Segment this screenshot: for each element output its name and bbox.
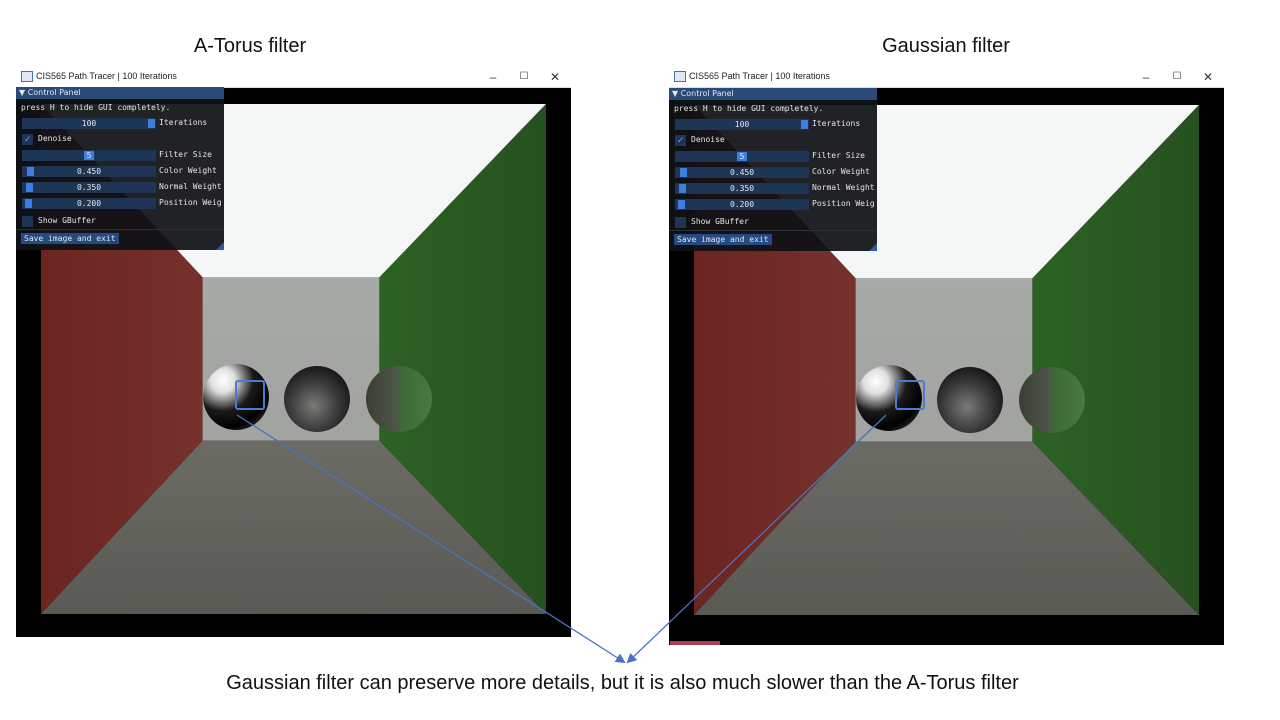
filter-size-value: 5	[86, 151, 92, 160]
color-weight-value: 0.450	[729, 168, 755, 177]
app-icon	[21, 71, 33, 82]
show-gbuffer-label: Show GBuffer	[691, 217, 749, 226]
minimize-icon[interactable]: –	[478, 68, 508, 86]
filter-size-label: Filter Size	[812, 151, 865, 160]
save-image-button[interactable]: Save image and exit	[21, 233, 119, 244]
iterations-label: Iterations	[812, 119, 861, 128]
panel-header[interactable]: ▼ Control Panel	[669, 88, 877, 100]
show-gbuffer-checkbox[interactable]	[675, 217, 686, 228]
panel-header[interactable]: ▼ Control Panel	[16, 87, 224, 99]
color-weight-value: 0.450	[76, 167, 102, 176]
slider-grab[interactable]	[801, 120, 808, 129]
save-image-button[interactable]: Save image and exit	[674, 234, 772, 245]
show-gbuffer-label: Show GBuffer	[38, 216, 96, 225]
position-weight-value: 0.200	[729, 200, 755, 209]
denoise-label: Denoise	[38, 134, 72, 143]
heading-gaussian: Gaussian filter	[882, 35, 1010, 57]
window-title: CIS565 Path Tracer | 100 Iterations	[689, 71, 830, 81]
iterations-value: 100	[734, 120, 750, 129]
normal-weight-slider[interactable]: 0.350	[675, 183, 809, 194]
atorus-window: CIS565 Path Tracer | 100 Iterations – ☐ …	[16, 67, 571, 637]
panel-hint: press H to hide GUI completely.	[674, 104, 824, 113]
resize-grip[interactable]	[216, 242, 224, 250]
title-bar[interactable]: CIS565 Path Tracer | 100 Iterations – ☐ …	[669, 67, 1224, 88]
gaussian-window: CIS565 Path Tracer | 100 Iterations – ☐ …	[669, 67, 1224, 645]
title-bar[interactable]: CIS565 Path Tracer | 100 Iterations – ☐ …	[16, 67, 571, 88]
position-weight-label: Position Weig	[159, 198, 222, 207]
taskbar-strip	[670, 641, 720, 645]
show-gbuffer-checkbox[interactable]	[22, 216, 33, 227]
iterations-label: Iterations	[159, 118, 208, 127]
filter-size-slider[interactable]: 5	[22, 150, 156, 161]
control-panel: ▼ Control Panel press H to hide GUI comp…	[669, 88, 877, 251]
close-icon[interactable]: ✕	[540, 68, 570, 86]
app-icon	[674, 71, 686, 82]
detail-highlight-box	[895, 380, 925, 410]
position-weight-slider[interactable]: 0.200	[675, 199, 809, 210]
normal-weight-label: Normal Weight	[812, 183, 875, 192]
color-weight-slider[interactable]: 0.450	[22, 166, 156, 177]
sphere-dark	[284, 366, 350, 432]
heading-atorus: A-Torus filter	[193, 35, 307, 57]
filter-size-label: Filter Size	[159, 150, 212, 159]
normal-weight-slider[interactable]: 0.350	[22, 182, 156, 193]
maximize-icon[interactable]: ☐	[1162, 68, 1192, 86]
detail-highlight-box	[235, 380, 265, 410]
sphere-glass	[366, 366, 432, 432]
sphere-glass	[1019, 367, 1085, 433]
panel-hint: press H to hide GUI completely.	[21, 103, 171, 112]
position-weight-label: Position Weig	[812, 199, 875, 208]
color-weight-label: Color Weight	[159, 166, 217, 175]
filter-size-value: 5	[739, 152, 745, 161]
normal-weight-value: 0.350	[729, 184, 755, 193]
denoise-checkbox[interactable]: ✓	[675, 135, 686, 146]
window-title: CIS565 Path Tracer | 100 Iterations	[36, 71, 177, 81]
iterations-value: 100	[81, 119, 97, 128]
position-weight-slider[interactable]: 0.200	[22, 198, 156, 209]
resize-grip[interactable]	[869, 243, 877, 251]
minimize-icon[interactable]: –	[1131, 68, 1161, 86]
sphere-dark	[937, 367, 1003, 433]
filter-size-slider[interactable]: 5	[675, 151, 809, 162]
denoise-checkbox[interactable]: ✓	[22, 134, 33, 145]
position-weight-value: 0.200	[76, 199, 102, 208]
slider-grab[interactable]	[148, 119, 155, 128]
maximize-icon[interactable]: ☐	[509, 68, 539, 86]
color-weight-label: Color Weight	[812, 167, 870, 176]
color-weight-slider[interactable]: 0.450	[675, 167, 809, 178]
iterations-slider[interactable]: 100	[675, 119, 809, 130]
denoise-label: Denoise	[691, 135, 725, 144]
normal-weight-value: 0.350	[76, 183, 102, 192]
control-panel: ▼ Control Panel press H to hide GUI comp…	[16, 87, 224, 250]
caption: Gaussian filter can preserve more detail…	[226, 672, 1019, 694]
iterations-slider[interactable]: 100	[22, 118, 156, 129]
normal-weight-label: Normal Weight	[159, 182, 222, 191]
close-icon[interactable]: ✕	[1193, 68, 1223, 86]
